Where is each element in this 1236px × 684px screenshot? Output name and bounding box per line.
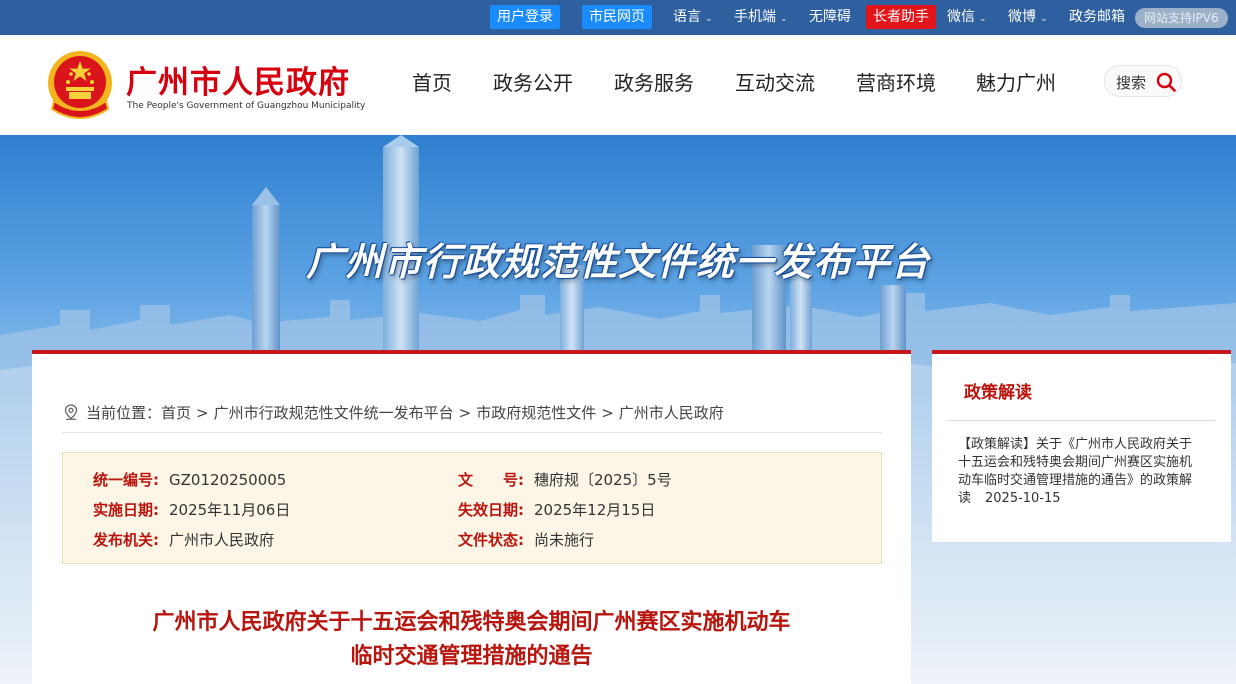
site-header: 广州市人民政府 The People's Government of Guang…	[0, 35, 1236, 135]
policy-interpretation-link[interactable]: 【政策解读】关于《广州市人民政府关于十五运会和残特奥会期间广州赛区实施机动车临时…	[958, 436, 1204, 508]
chevron-down-icon: ⌄	[979, 14, 987, 24]
chevron-down-icon: ⌄	[780, 14, 788, 24]
weibo-label: 微博	[1008, 9, 1036, 25]
meta-issuer: 发布机关: 广州市人民政府	[93, 529, 274, 551]
meta-effective-value: 2025年11月06日	[169, 501, 291, 519]
meta-docno-label: 文 号:	[458, 471, 524, 489]
mobile-label: 手机端	[734, 9, 776, 25]
top-bar: 用户登录 市民网页 语言 ⌄ 手机端 ⌄ 无障碍 长者助手 微信 ⌄ 微博 ⌄ 政务邮箱…	[0, 0, 1236, 35]
meta-issuer-label: 发布机关:	[93, 531, 159, 549]
meta-docno-value: 穗府规〔2025〕5号	[534, 471, 672, 489]
breadcrumb-separator: >	[196, 404, 209, 422]
chevron-down-icon: ⌄	[705, 14, 713, 24]
meta-serial: 统一编号: GZ0120250005	[93, 469, 286, 491]
nav-charm-guangzhou[interactable]: 魅力广州	[976, 67, 1056, 96]
breadcrumb-prefix: 当前位置：	[86, 404, 162, 422]
meta-expiry-value: 2025年12月15日	[534, 501, 656, 519]
weibo-menu[interactable]: 微博 ⌄	[1008, 0, 1048, 35]
meta-status-value: 尚未施行	[534, 531, 595, 549]
mobile-menu[interactable]: 手机端 ⌄	[734, 0, 788, 35]
meta-status-label: 文件状态:	[458, 531, 524, 549]
nav-business-environment[interactable]: 营商环境	[856, 67, 936, 96]
document-title: 广州市人民政府关于十五运会和残特奥会期间广州赛区实施机动车 临时交通管理措施的通…	[32, 606, 911, 674]
meta-expiry-label: 失效日期:	[458, 501, 524, 519]
meta-issuer-value: 广州市人民政府	[169, 531, 275, 549]
accessibility-label: 无障碍	[809, 9, 851, 25]
banner-title: 广州市行政规范性文件统一发布平台	[305, 240, 930, 284]
meta-docno: 文 号: 穗府规〔2025〕5号	[458, 469, 672, 491]
breadcrumb-separator: >	[601, 404, 614, 422]
elder-helper-button[interactable]: 长者助手	[866, 5, 936, 29]
ipv6-label: 网站支持IPV6	[1144, 11, 1219, 25]
wechat-menu[interactable]: 微信 ⌄	[947, 0, 987, 35]
elder-helper-label: 长者助手	[873, 9, 929, 25]
meta-effective-label: 实施日期:	[93, 501, 159, 519]
document-meta-box: 统一编号: GZ0120250005 文 号: 穗府规〔2025〕5号 实施日期: 2…	[62, 452, 882, 564]
search-label: 搜索	[1116, 74, 1147, 92]
language-menu[interactable]: 语言 ⌄	[673, 0, 713, 35]
breadcrumb-separator: >	[458, 404, 472, 422]
site-subtitle: The People's Government of Guangzhou Mun…	[127, 101, 366, 111]
side-panel-title: 政策解读	[964, 383, 1032, 403]
user-login-button[interactable]: 用户登录	[490, 5, 560, 29]
policy-interpretation-panel: 政策解读 【政策解读】关于《广州市人民政府关于十五运会和残特奥会期间广州赛区实施…	[932, 350, 1231, 542]
national-emblem-icon	[48, 51, 112, 119]
breadcrumb: 当前位置：首页 > 广州市行政规范性文件统一发布平台 > 市政府规范性文件 > 广州市人民政…	[64, 402, 724, 426]
breadcrumb-platform[interactable]: 广州市行政规范性文件统一发布平台	[214, 404, 454, 422]
nav-gov-affairs-disclosure[interactable]: 政务公开	[493, 67, 573, 96]
ipv6-badge: 网站支持IPV6	[1135, 8, 1228, 28]
citizen-page-label: 市民网页	[589, 9, 645, 25]
nav-home[interactable]: 首页	[412, 67, 452, 96]
meta-effective-date: 实施日期: 2025年11月06日	[93, 499, 290, 521]
side-panel-divider	[947, 420, 1215, 421]
breadcrumb-home[interactable]: 首页	[161, 404, 191, 422]
nav-gov-services[interactable]: 政务服务	[614, 67, 694, 96]
wechat-label: 微信	[947, 9, 975, 25]
language-label: 语言	[673, 9, 701, 25]
nav-interaction[interactable]: 互动交流	[735, 67, 815, 96]
site-title[interactable]: 广州市人民政府	[126, 57, 350, 102]
meta-serial-value: GZ0120250005	[169, 471, 287, 489]
meta-status: 文件状态: 尚未施行	[458, 529, 594, 551]
chevron-down-icon: ⌄	[1040, 14, 1048, 24]
accessibility-link[interactable]: 无障碍	[809, 0, 851, 35]
breadcrumb-municipal-docs[interactable]: 市政府规范性文件	[476, 404, 596, 422]
breadcrumb-gz-government[interactable]: 广州市人民政府	[619, 404, 724, 422]
search-icon	[1156, 72, 1176, 92]
meta-serial-label: 统一编号:	[93, 471, 159, 489]
gov-mail-label: 政务邮箱	[1069, 9, 1125, 25]
user-login-label: 用户登录	[497, 9, 553, 25]
policy-interpretation-date: 2025-10-15	[985, 491, 1061, 506]
document-title-line-1: 广州市人民政府关于十五运会和残特奥会期间广州赛区实施机动车	[152, 610, 791, 635]
meta-expiry-date: 失效日期: 2025年12月15日	[458, 499, 655, 521]
gov-mail-link[interactable]: 政务邮箱	[1069, 0, 1125, 35]
location-pin-icon	[64, 404, 78, 420]
citizen-page-button[interactable]: 市民网页	[582, 5, 652, 29]
breadcrumb-divider	[62, 432, 882, 433]
search-button[interactable]: 搜索	[1104, 65, 1182, 97]
main-content-panel: 当前位置：首页 > 广州市行政规范性文件统一发布平台 > 市政府规范性文件 > 广州市人民政…	[32, 350, 911, 684]
document-title-line-2: 临时交通管理措施的通告	[350, 644, 593, 669]
